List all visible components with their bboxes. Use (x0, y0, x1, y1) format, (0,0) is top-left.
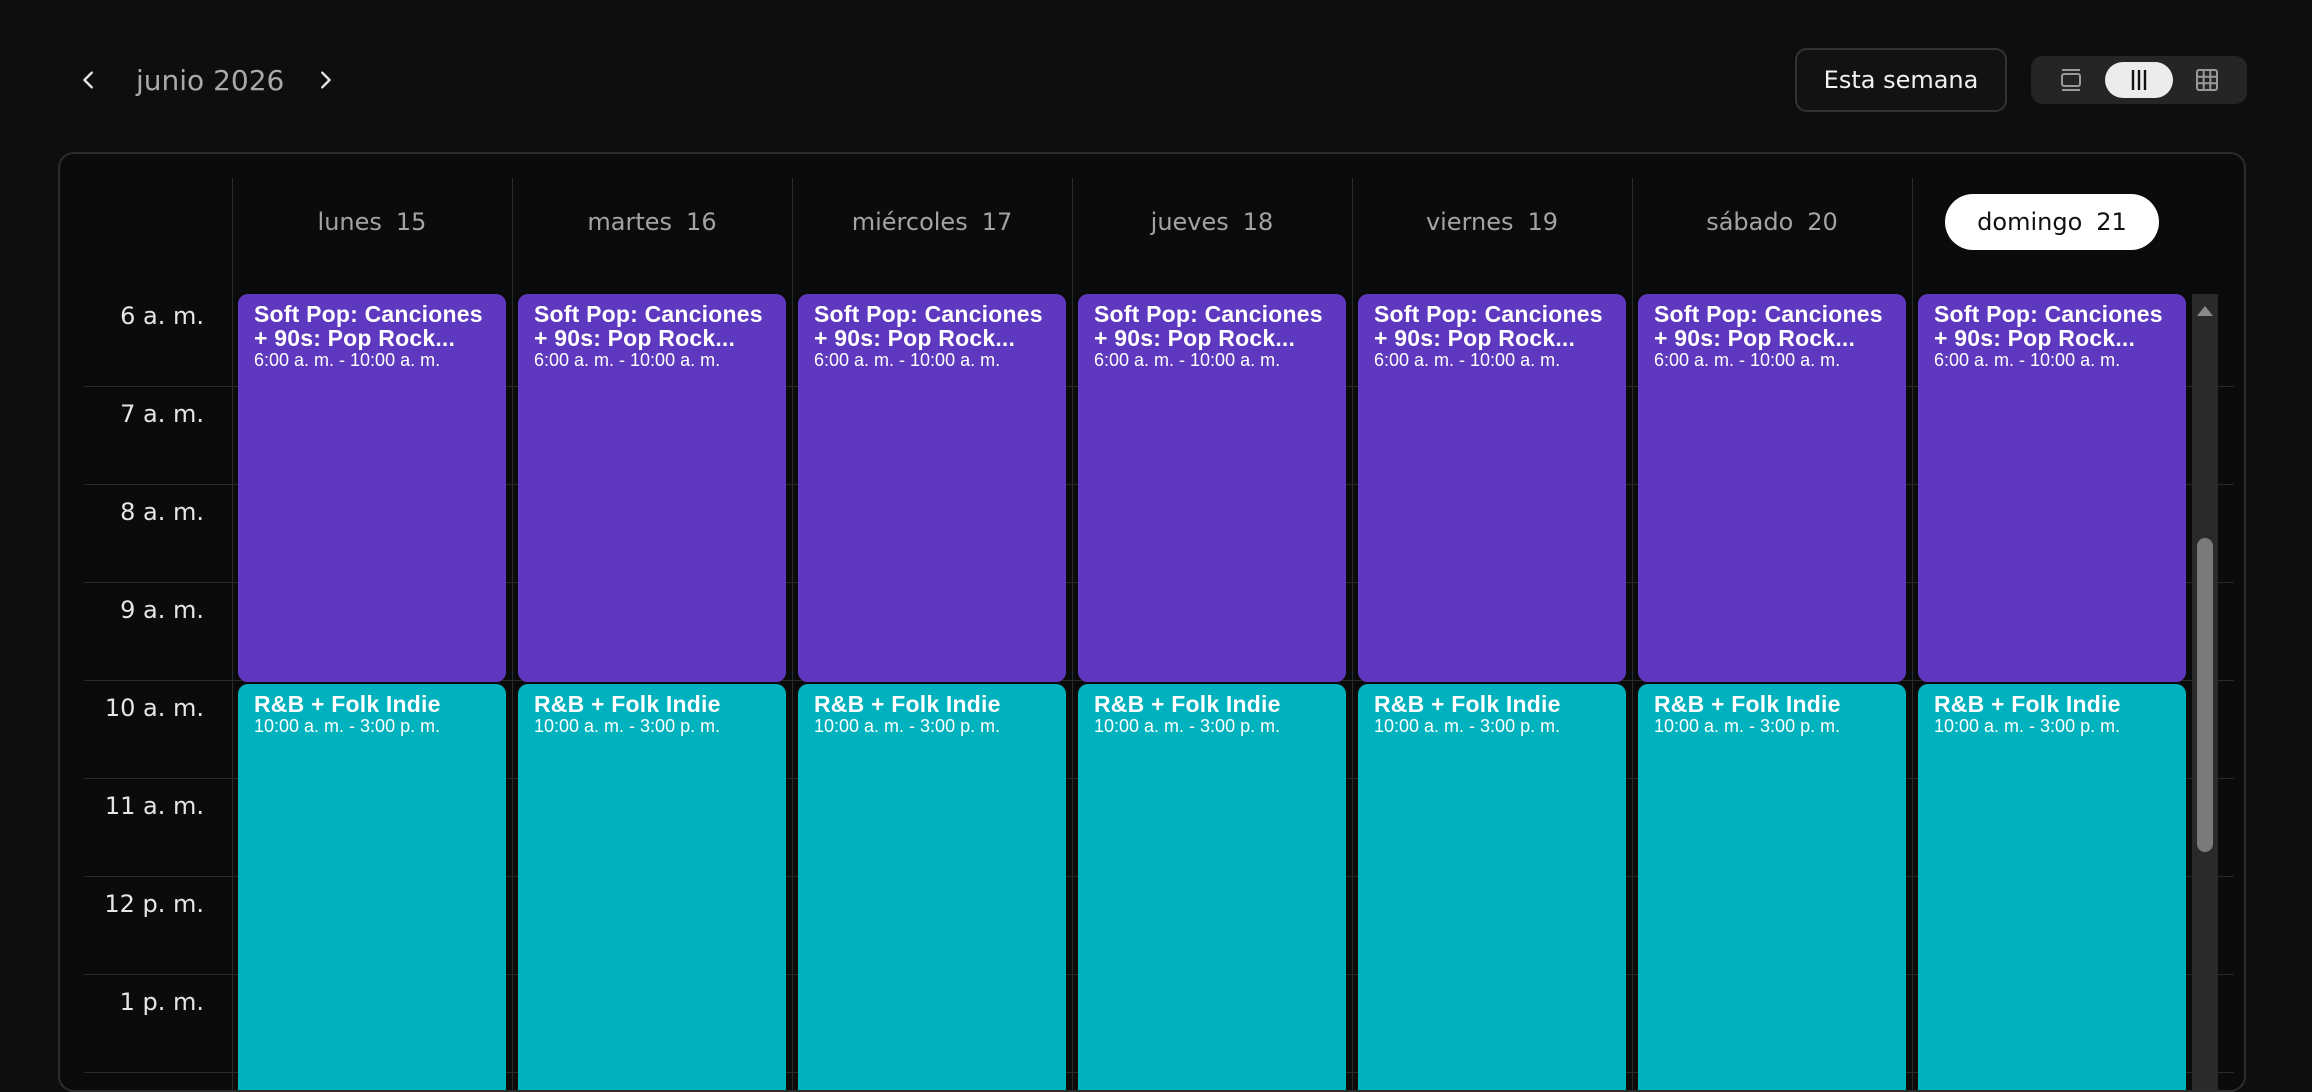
event-title: Soft Pop: Canciones + 90s: Pop Rock... (534, 302, 763, 350)
day-header-viernes[interactable]: viernes 19 (1352, 178, 1632, 266)
time-label: 12 p. m. (104, 890, 204, 918)
day-header-sabado[interactable]: sábado 20 (1632, 178, 1912, 266)
time-label: 6 a. m. (120, 302, 204, 330)
event-title: R&B + Folk Indie (1934, 692, 2121, 716)
event-rnb-folk-domingo[interactable]: R&B + Folk Indie 10:00 a. m. - 3:00 p. m… (1918, 684, 2186, 1090)
vertical-scrollbar[interactable] (2192, 294, 2218, 1090)
day-header-martes[interactable]: martes 16 (512, 178, 792, 266)
event-rnb-folk-sabado[interactable]: R&B + Folk Indie 10:00 a. m. - 3:00 p. m… (1638, 684, 1906, 1090)
day-name: sábado (1706, 208, 1794, 236)
event-time: 6:00 a. m. - 10:00 a. m. (1374, 350, 1561, 370)
day-number: 18 (1242, 208, 1274, 236)
grid-line (792, 178, 793, 1090)
event-soft-pop-sabado[interactable]: Soft Pop: Canciones + 90s: Pop Rock... 6… (1638, 294, 1906, 682)
time-label: 1 p. m. (119, 988, 204, 1016)
week-calendar-grid: lunes 15 martes 16 miércoles 17 jueves 18 vi… (58, 152, 2246, 1092)
event-rnb-folk-martes[interactable]: R&B + Folk Indie 10:00 a. m. - 3:00 p. m… (518, 684, 786, 1090)
chevron-right-icon (321, 71, 331, 89)
day-number: 16 (686, 208, 717, 236)
event-title: Soft Pop: Canciones + 90s: Pop Rock... (1374, 302, 1603, 350)
event-time: 10:00 a. m. - 3:00 p. m. (1654, 716, 1841, 736)
event-soft-pop-miercoles[interactable]: Soft Pop: Canciones + 90s: Pop Rock... 6… (798, 294, 1066, 682)
event-title: Soft Pop: Canciones + 90s: Pop Rock... (1654, 302, 1883, 350)
time-label: 10 a. m. (104, 694, 204, 722)
grid-line (232, 178, 233, 1090)
previous-week-button[interactable] (67, 58, 111, 102)
this-week-button[interactable]: Esta semana (1795, 48, 2007, 112)
day-header-miercoles[interactable]: miércoles 17 (792, 178, 1072, 266)
day-name: jueves (1150, 208, 1229, 236)
grid-line (1352, 178, 1353, 1090)
event-time: 6:00 a. m. - 10:00 a. m. (814, 350, 1001, 370)
event-soft-pop-domingo[interactable]: Soft Pop: Canciones + 90s: Pop Rock... 6… (1918, 294, 2186, 682)
time-label: 8 a. m. (120, 498, 204, 526)
event-time: 10:00 a. m. - 3:00 p. m. (1094, 716, 1281, 736)
scrollbar-thumb[interactable] (2197, 538, 2213, 852)
week-view-icon (2131, 70, 2147, 90)
event-title: R&B + Folk Indie (1374, 692, 1561, 716)
week-view-button[interactable] (2105, 62, 2173, 98)
event-title: R&B + Folk Indie (814, 692, 1001, 716)
event-time: 6:00 a. m. - 10:00 a. m. (534, 350, 721, 370)
time-label: 7 a. m. (120, 400, 204, 428)
event-title: Soft Pop: Canciones + 90s: Pop Rock... (1934, 302, 2163, 350)
day-name: miércoles (851, 208, 968, 236)
day-name: viernes (1425, 208, 1514, 236)
month-view-icon (2196, 69, 2218, 91)
day-name: martes (587, 208, 673, 236)
time-label: 9 a. m. (120, 596, 204, 624)
event-time: 10:00 a. m. - 3:00 p. m. (814, 716, 1001, 736)
scroll-up-arrow-icon[interactable] (2192, 302, 2218, 320)
event-title: R&B + Folk Indie (534, 692, 721, 716)
event-title: Soft Pop: Canciones + 90s: Pop Rock... (1094, 302, 1323, 350)
day-view-button[interactable] (2037, 62, 2105, 98)
event-soft-pop-jueves[interactable]: Soft Pop: Canciones + 90s: Pop Rock... 6… (1078, 294, 1346, 682)
day-number: 20 (1807, 208, 1838, 236)
event-title: R&B + Folk Indie (1654, 692, 1841, 716)
grid-line (1912, 178, 1913, 1090)
day-name: lunes (317, 208, 382, 236)
day-number: 15 (395, 208, 427, 236)
event-soft-pop-martes[interactable]: Soft Pop: Canciones + 90s: Pop Rock... 6… (518, 294, 786, 682)
event-soft-pop-lunes[interactable]: Soft Pop: Canciones + 90s: Pop Rock... 6… (238, 294, 506, 682)
event-title: R&B + Folk Indie (1094, 692, 1281, 716)
event-time: 10:00 a. m. - 3:00 p. m. (1374, 716, 1561, 736)
grid-line (512, 178, 513, 1090)
event-time: 6:00 a. m. - 10:00 a. m. (254, 350, 441, 370)
event-rnb-folk-viernes[interactable]: R&B + Folk Indie 10:00 a. m. - 3:00 p. m… (1358, 684, 1626, 1090)
month-view-button[interactable] (2173, 62, 2241, 98)
event-title: Soft Pop: Canciones + 90s: Pop Rock... (254, 302, 483, 350)
day-header-jueves[interactable]: jueves 18 (1072, 178, 1352, 266)
event-time: 6:00 a. m. - 10:00 a. m. (1094, 350, 1281, 370)
event-time: 10:00 a. m. - 3:00 p. m. (534, 716, 721, 736)
event-rnb-folk-jueves[interactable]: R&B + Folk Indie 10:00 a. m. - 3:00 p. m… (1078, 684, 1346, 1090)
day-number: 19 (1527, 208, 1559, 236)
event-rnb-folk-miercoles[interactable]: R&B + Folk Indie 10:00 a. m. - 3:00 p. m… (798, 684, 1066, 1090)
day-header-domingo-today[interactable]: domingo 21 (1912, 178, 2192, 266)
month-title: junio 2026 (136, 63, 285, 97)
event-time: 6:00 a. m. - 10:00 a. m. (1934, 350, 2121, 370)
day-number: 21 (2096, 208, 2127, 236)
chevron-left-icon (83, 71, 93, 89)
event-soft-pop-viernes[interactable]: Soft Pop: Canciones + 90s: Pop Rock... 6… (1358, 294, 1626, 682)
day-header-lunes[interactable]: lunes 15 (232, 178, 512, 266)
event-title: R&B + Folk Indie (254, 692, 441, 716)
grid-line (1072, 178, 1073, 1090)
event-time: 6:00 a. m. - 10:00 a. m. (1654, 350, 1841, 370)
next-week-button[interactable] (303, 58, 347, 102)
calendar-toolbar: junio 2026 Esta semana (0, 0, 2312, 150)
event-rnb-folk-lunes[interactable]: R&B + Folk Indie 10:00 a. m. - 3:00 p. m… (238, 684, 506, 1090)
view-switcher (2031, 56, 2247, 104)
day-view-icon (2061, 69, 2081, 91)
grid-line (1632, 178, 1633, 1090)
event-time: 10:00 a. m. - 3:00 p. m. (1934, 716, 2121, 736)
event-title: Soft Pop: Canciones + 90s: Pop Rock... (814, 302, 1043, 350)
time-label: 11 a. m. (104, 792, 204, 820)
today-pill: domingo 21 (1945, 194, 2159, 250)
day-name: domingo (1977, 208, 2083, 236)
event-time: 10:00 a. m. - 3:00 p. m. (254, 716, 441, 736)
day-number: 17 (981, 208, 1013, 236)
